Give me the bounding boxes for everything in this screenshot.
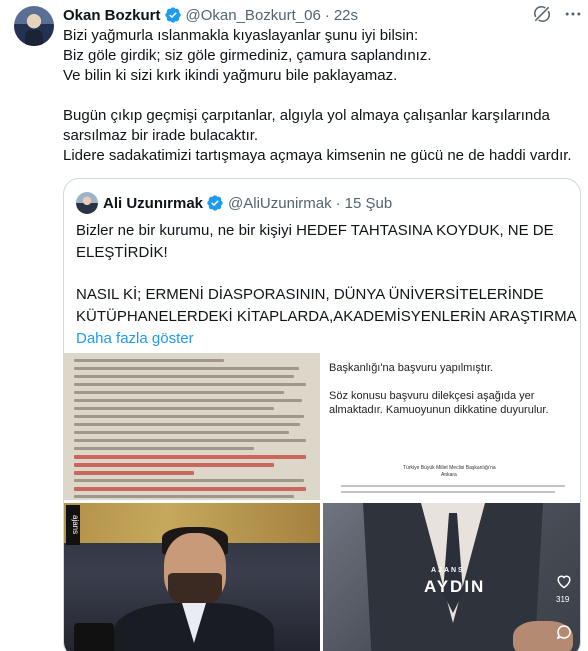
- quote-text: Bizler ne bir kurumu, ne bir kişiyi HEDE…: [76, 220, 581, 350]
- quote-author-name: Ali Uzunırmak: [103, 194, 204, 212]
- tweet-line: Biz göle girdik; siz göle girmediniz, ça…: [63, 47, 432, 64]
- tweet-header: Okan Bozkurt @Okan_Bozkurt_06 · 22s: [63, 5, 358, 25]
- tweet-line: Bizi yağmurla ıslanmakla kıyaslayanlar ş…: [63, 27, 419, 44]
- media-document-scan[interactable]: [64, 353, 320, 500]
- tweet-line: Bugün çıkıp geçmişi çarpıtanlar, algıyla…: [63, 107, 550, 124]
- quote-line: ELEŞTİRDİK!: [76, 244, 168, 261]
- media-statement-page[interactable]: Başkanlığı'na başvuru yapılmıştır. Söz k…: [323, 353, 580, 500]
- like-count: 319: [556, 595, 570, 604]
- brand-big-text: AYDIN: [424, 577, 486, 596]
- quote-author-handle: @AliUzunirmak: [228, 194, 332, 212]
- timestamp[interactable]: 22s: [334, 7, 358, 24]
- show-more-link[interactable]: Daha fazla göster: [76, 328, 570, 350]
- more-icon[interactable]: [563, 4, 583, 24]
- quote-date: 15 Şub: [344, 194, 393, 212]
- ajans-watermark: ajans: [66, 505, 80, 545]
- statement-line: Başkanlığı'na başvuru yapılmıştır.: [329, 362, 494, 374]
- separator-dot: ·: [324, 6, 330, 24]
- statement-line: almaktadır. Kamuoyunun dikkatine duyurul…: [329, 404, 549, 416]
- tweet[interactable]: Okan Bozkurt @Okan_Bozkurt_06 · 22s Bizi…: [0, 0, 588, 651]
- quote-header: Ali Uzunırmak @AliUzunirmak · 15 Şub: [76, 192, 392, 214]
- author-handle[interactable]: @Okan_Bozkurt_06: [186, 7, 321, 24]
- media-grid: Başkanlığı'na başvuru yapılmıştır. Söz k…: [64, 353, 580, 651]
- quote-line: Bizler ne bir kurumu, ne bir kişiyi HEDE…: [76, 222, 554, 239]
- tweet-line: Lidere sadakatimizi tartışmaya açmaya ki…: [63, 147, 572, 164]
- statement-city: Ankara: [441, 472, 457, 478]
- separator-dot: ·: [335, 194, 341, 212]
- quoted-tweet[interactable]: Ali Uzunırmak @AliUzunirmak · 15 Şub Biz…: [63, 178, 581, 651]
- tweet-text: Bizi yağmurla ıslanmakla kıyaslayanlar ş…: [63, 26, 578, 166]
- author-avatar[interactable]: [14, 6, 54, 46]
- quote-line: NASIL Kİ; ERMENİ DİASPORASININ, DÜNYA ÜN…: [76, 286, 544, 303]
- verified-badge-icon: [207, 195, 223, 211]
- verified-badge-icon: [164, 7, 181, 23]
- tweet-line: Ve bilin ki sizi kırk ikindi yağmuru bil…: [63, 67, 398, 84]
- tweet-line: sarsılmaz bir irade bulacaktır.: [63, 127, 259, 144]
- quote-author-avatar: [76, 192, 98, 214]
- statement-address: Türkiye Büyük Millet Meclisi Başkanlığı'…: [403, 465, 496, 471]
- grok-icon[interactable]: [532, 4, 552, 24]
- quote-line: KÜTÜPHANELERDEKİ KİTAPLARDA,AKADEMİSYENL…: [76, 308, 581, 325]
- author-name[interactable]: Okan Bozkurt: [63, 7, 161, 24]
- media-video-frame[interactable]: AJANS AYDIN 319: [323, 503, 580, 651]
- comment-icon: [556, 625, 571, 640]
- statement-line: Söz konusu başvuru dilekçesi aşağıda yer: [329, 390, 535, 402]
- heart-icon: [557, 575, 571, 589]
- media-portrait-photo[interactable]: ajans: [64, 503, 320, 651]
- brand-small-text: AJANS: [431, 567, 465, 574]
